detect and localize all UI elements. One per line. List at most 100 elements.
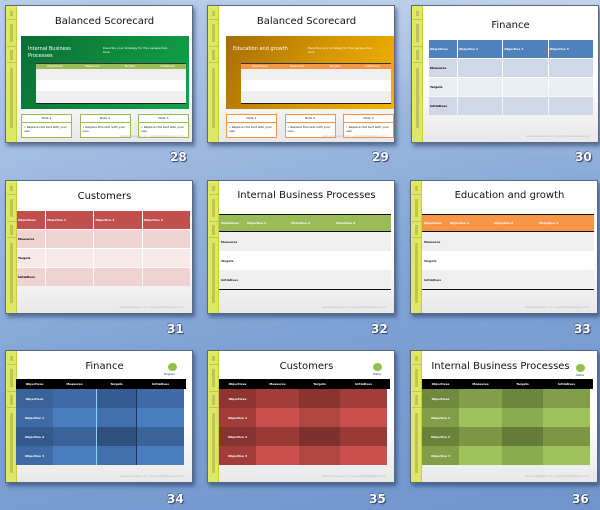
- table-row: Targets: [429, 78, 593, 96]
- slide-thumbnail-35[interactable]: Customers Status Objectives Measures Tar…: [207, 350, 395, 483]
- table-cell: [46, 230, 94, 248]
- table-row: Measures: [429, 59, 593, 77]
- table-cell: [458, 97, 503, 115]
- side-tab-training: [412, 238, 421, 313]
- table-row: Initiatives: [17, 268, 190, 286]
- col-header: Objectives: [25, 382, 44, 386]
- matrix-row: Objectives: [16, 389, 186, 408]
- col-header: Initiatives: [364, 64, 380, 68]
- col-header: Measures: [85, 64, 100, 68]
- note-body: • Replace this text with your own: [287, 125, 331, 133]
- status-label: Progress: [164, 373, 175, 376]
- table-cell: [458, 78, 503, 96]
- col-header: Objective 2: [94, 211, 142, 229]
- side-tab-training: [7, 238, 16, 313]
- scorecard-grid: Objectives Measures Targets Initiatives: [36, 63, 186, 104]
- table-row: Initiatives: [422, 270, 594, 289]
- matrix-cell: [137, 389, 184, 408]
- matrix-row: Objective 1: [219, 408, 390, 427]
- row-label: Targets: [17, 249, 45, 267]
- matrix-cell: [96, 427, 137, 446]
- matrix-row: Objective 3: [16, 446, 186, 465]
- side-tab-training: [7, 63, 16, 141]
- side-tab-exit: [412, 183, 421, 195]
- matrix-row: Objective 2: [16, 427, 186, 446]
- col-header: Targets: [329, 64, 341, 68]
- slide-thumbnail-28[interactable]: Balanced Scorecard Internal Business Pro…: [5, 5, 193, 143]
- slide-number-35: 35: [369, 492, 386, 506]
- col-header: Objectives: [429, 40, 457, 58]
- perspective-table: Objectives Objective 1 Objective 2 Objec…: [422, 214, 594, 290]
- matrix-cell: [502, 446, 543, 465]
- table-cell: [94, 268, 142, 286]
- perspective-table: Objectives Objective 1 Objective 2 Objec…: [219, 214, 391, 290]
- col-header: Initiatives: [557, 382, 575, 386]
- side-tab-design: [209, 222, 218, 238]
- panel-description: Describe your strategy for this perspect…: [103, 46, 168, 54]
- side-tab-bar: [208, 181, 219, 313]
- slide-thumbnail-36[interactable]: Internal Business Processes Status Objec…: [410, 350, 598, 483]
- col-header: Objective 1: [458, 40, 503, 58]
- row-label: Objective 3: [219, 446, 256, 465]
- slide-thumbnail-34[interactable]: Finance Progress Objectives Measures Tar…: [5, 350, 193, 483]
- note-heading: Note 2: [80, 115, 130, 123]
- side-tab-training: [7, 408, 16, 482]
- table-cell: [46, 249, 94, 267]
- note-heading: Note 3: [139, 115, 188, 123]
- footer-url: www.bsidesigner.com | support@bsidesigne…: [119, 135, 184, 138]
- col-header: Targets: [124, 64, 136, 68]
- col-header: Objectives: [17, 211, 45, 229]
- col-header: Measures: [290, 64, 305, 68]
- slide-thumbnail-29[interactable]: Balanced Scorecard Education and growth …: [207, 5, 395, 143]
- slide-number-30: 30: [575, 150, 592, 164]
- slide-thumbnail-33[interactable]: Education and growth Objectives Objectiv…: [410, 180, 598, 314]
- side-tab-exit: [7, 8, 16, 20]
- side-tab-implement: [7, 365, 16, 392]
- table-bottom-rule: [219, 289, 391, 290]
- note-heading: Note 1: [22, 115, 71, 123]
- table-cell: [94, 249, 142, 267]
- side-tab-exit: [209, 8, 218, 20]
- col-header: Measures: [472, 382, 489, 386]
- slide-number-34: 34: [167, 492, 184, 506]
- slide-thumbnail-30[interactable]: Finance Objectives Objective 1 Objective…: [411, 5, 599, 143]
- matrix-cell: [502, 427, 543, 446]
- matrix-cell: [96, 446, 137, 465]
- side-tab-training: [209, 63, 218, 141]
- col-header: Initiatives: [151, 382, 169, 386]
- side-tab-exit: [7, 353, 16, 365]
- side-tab-implement: [7, 195, 16, 222]
- slide-thumbnail-31[interactable]: Customers Objectives Objective 1 Objecti…: [5, 180, 193, 314]
- col-header: Objective 2: [494, 221, 514, 225]
- matrix-cell: [96, 408, 137, 427]
- grid-row: [241, 91, 391, 102]
- row-label: Objective 1: [219, 408, 256, 427]
- side-tab-exit: [7, 183, 16, 195]
- side-tab-design: [7, 47, 16, 63]
- matrix-cell: [256, 446, 299, 465]
- side-tab-exit: [413, 8, 422, 20]
- row-label: Objective 3: [16, 446, 53, 465]
- matrix-cell: [53, 389, 96, 408]
- scorecard-grid: Objectives Measures Targets Initiatives: [241, 63, 391, 104]
- perspective-matrix: Objectives Measures Targets Initiatives …: [422, 379, 593, 465]
- table-cell: [142, 230, 190, 248]
- table-row: Targets: [422, 251, 594, 270]
- table-row: Measures: [17, 230, 190, 248]
- perspective-matrix: Objectives Measures Targets Initiatives …: [219, 379, 390, 465]
- matrix-cell: [299, 408, 340, 427]
- status-label: Status: [576, 374, 584, 377]
- side-tab-design: [209, 47, 218, 63]
- side-tab-exit: [209, 183, 218, 195]
- row-label: Objectives: [422, 389, 459, 408]
- note-body: • Replace this text with your own: [229, 125, 272, 133]
- matrix-cell: [53, 408, 96, 427]
- grid-header: Objectives Measures Targets Initiatives: [36, 63, 186, 69]
- slide-number-33: 33: [574, 322, 591, 336]
- col-header: Initiatives: [159, 64, 175, 68]
- slide-thumbnail-32[interactable]: Internal Business Processes Objectives O…: [207, 180, 395, 314]
- perspective-table: Objectives Objective 1 Objective 2 Objec…: [428, 39, 594, 116]
- matrix-cell: [543, 446, 590, 465]
- matrix-cell: [256, 408, 299, 427]
- slide-title: Customers: [77, 191, 132, 202]
